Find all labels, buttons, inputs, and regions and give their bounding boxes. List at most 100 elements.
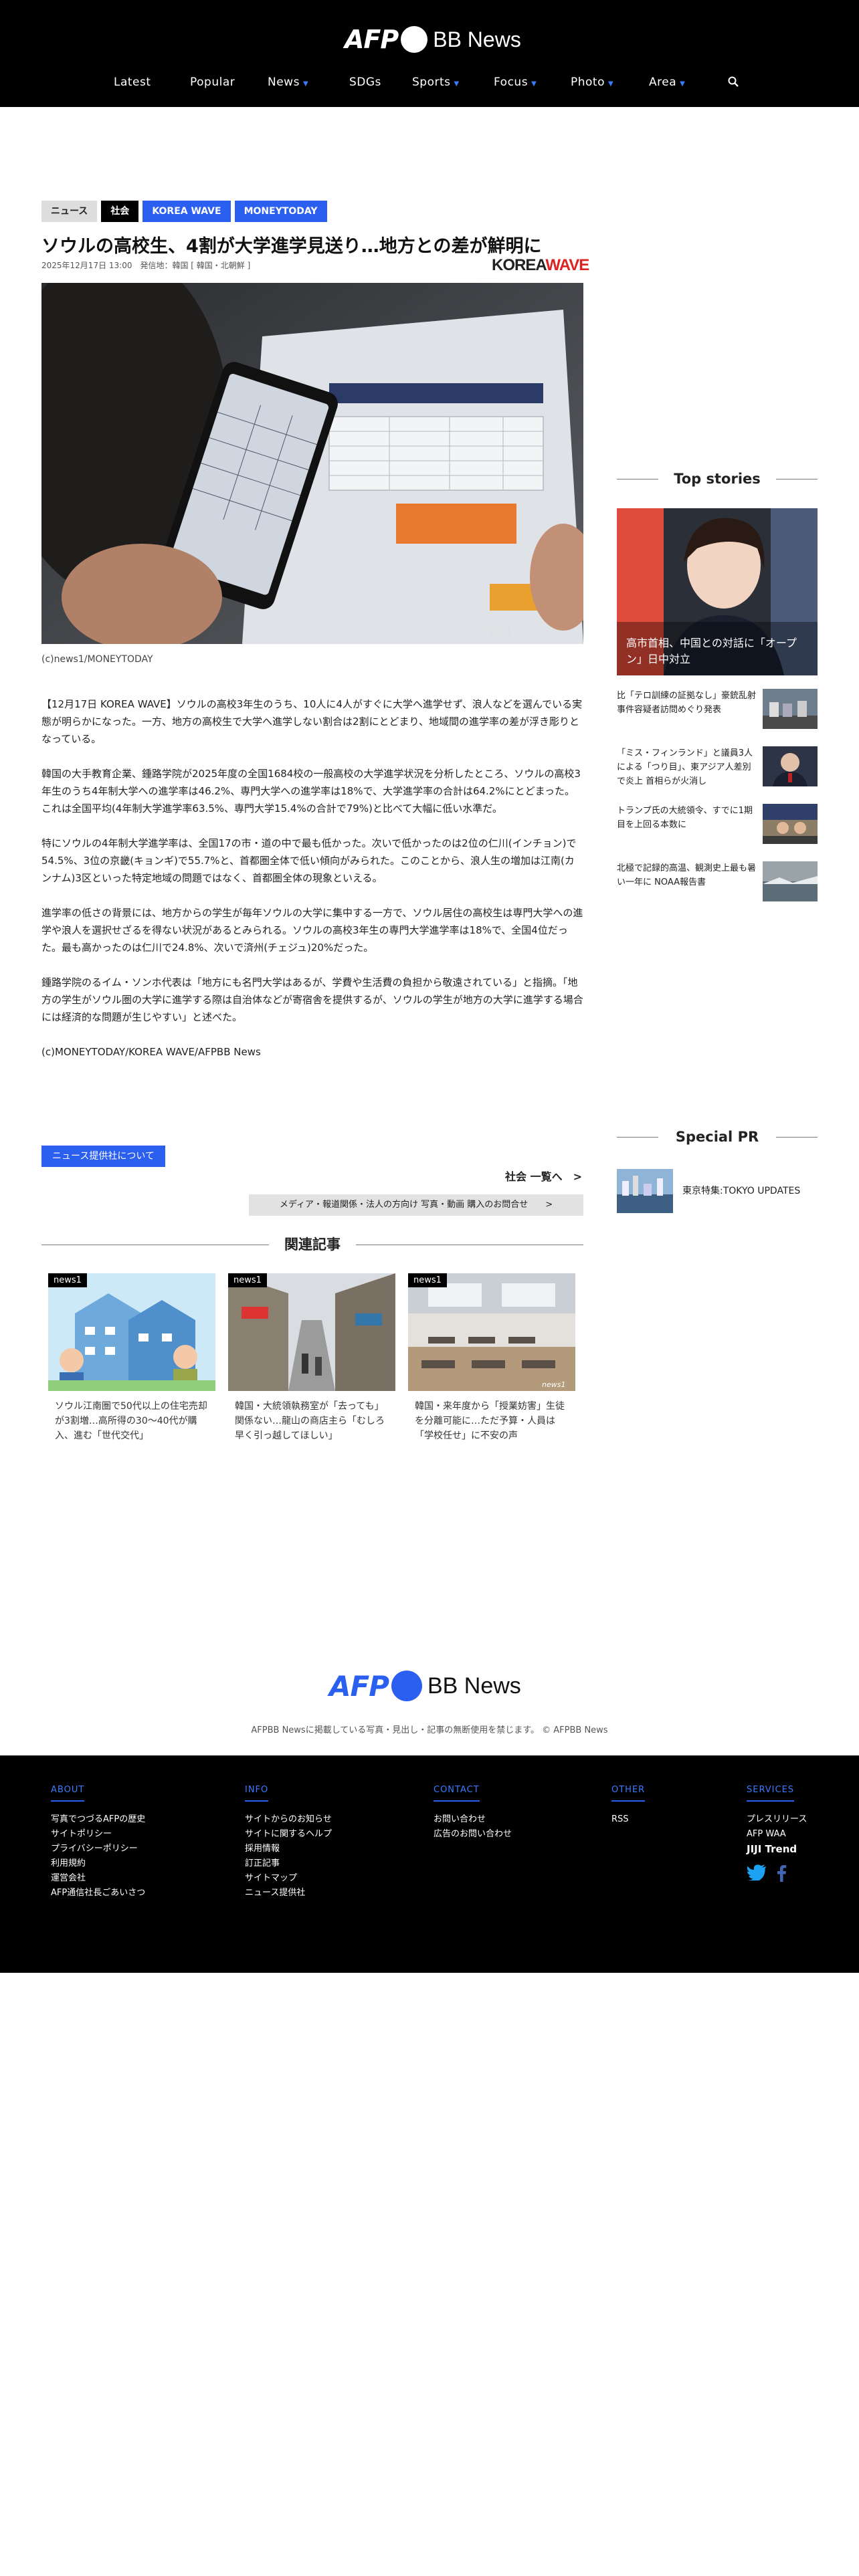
chevron-down-icon: ▼ (531, 80, 537, 88)
footer-col-services: SERVICES プレスリリース AFP WAA JIJI Trend (747, 1782, 807, 1882)
article-paragraph: 進学率の低さの背景には、地方からの学生が毎年ソウルの大学に集中する一方で、ソウル… (41, 907, 583, 954)
article-source: (c)MONEYTODAY/KOREA WAVE/AFPBB News (41, 1046, 261, 1058)
footer-link[interactable]: サイトマップ (245, 1871, 332, 1886)
top-story-title: 北極で記録的高温、観測史上最も暑い一年に NOAA報告書 (617, 863, 757, 887)
article-paragraph: 特にソウルの4年制大学進学率は、全国17の市・道の中で最も低かった。次いで低かっ… (41, 837, 577, 884)
search-icon[interactable] (728, 76, 739, 87)
article-paragraph: 韓国の大手教育企業、鍾路学院が2025年度の全国1684校の一般高校の大学進学状… (41, 768, 581, 815)
nav-sdgs[interactable]: SDGs (349, 71, 381, 94)
chevron-down-icon: ▼ (608, 80, 614, 88)
top-story-thumb (763, 804, 818, 844)
nav-area[interactable]: Area ▼ (649, 71, 685, 94)
special-pr-title: Special PR (675, 1129, 759, 1145)
top-story-thumb (763, 746, 818, 786)
footer-link[interactable]: サイトポリシー (51, 1827, 145, 1842)
footer-logo-bb: BB News (427, 1673, 521, 1699)
related-card-image: news1 news1 (408, 1273, 575, 1391)
article-paragraph: 【12月17日 KOREA WAVE】ソウルの高校3年生のうち、10人に4人がす… (41, 698, 583, 745)
chevron-down-icon: ▼ (454, 80, 460, 88)
top-story-main[interactable]: 高市首相、中国との対話に「オープン」日中対立 (617, 508, 818, 675)
related-card-image: news1 (228, 1273, 395, 1391)
media-contact-bar[interactable]: メディア・報道関係・法人の方向け 写真・動画 購入のお問合せ > (249, 1194, 583, 1216)
related-photo-classroom: news1 (408, 1273, 575, 1391)
nav-label: Area (649, 76, 677, 89)
top-story-item[interactable]: トランプ氏の大統領令、すでに1期目を上回る本数に (617, 804, 818, 851)
tag-korea-wave[interactable]: KOREA WAVE (142, 201, 231, 222)
main-nav: Latest Popular News ▼ SDGs Sports ▼ Focus ▼… (0, 71, 859, 94)
footer-link[interactable]: JIJI Trend (747, 1842, 807, 1856)
special-pr-heading: Special PR (617, 1127, 818, 1147)
footer-link[interactable]: サイトからのお知らせ (245, 1812, 332, 1827)
nav-sports[interactable]: Sports ▼ (412, 71, 460, 94)
category-list-link[interactable]: 社会 一覧へ > (415, 1168, 582, 1184)
nav-photo[interactable]: Photo ▼ (571, 71, 613, 94)
logo-afp: AFP (345, 25, 399, 54)
footer-link[interactable]: 写真でつづるAFPの歴史 (51, 1812, 145, 1827)
top-story-item[interactable]: 「ミス・フィンランド」と議員3人による「つり目」、東アジア人差別で炎上 首相らが… (617, 746, 818, 793)
footer-link[interactable]: 訂正記事 (245, 1856, 332, 1871)
korea-wave-logo-korea: KOREA (492, 256, 546, 274)
nav-label: Latest (114, 76, 151, 89)
tag-society[interactable]: 社会 (101, 201, 139, 222)
related-card[interactable]: news1 news1 韓国・来年度から「授業妨害」生徒を分離可能に…ただ予算・… (408, 1273, 575, 1443)
footer-link[interactable]: 採用情報 (245, 1842, 332, 1856)
article-body: 【12月17日 KOREA WAVE】ソウルの高校3年生のうち、10人に4人がす… (41, 695, 583, 1078)
special-pr-item[interactable]: 東京特集:TOKYO UPDATES (617, 1169, 818, 1213)
source-badge: news1 (48, 1273, 87, 1287)
footer-link[interactable]: お問い合わせ (434, 1812, 512, 1827)
source-badge: news1 (408, 1273, 447, 1287)
article-paragraph: 鍾路学院のるイム・ソンホ代表は「地方にも名門大学はあるが、学費や生活費の負担から… (41, 976, 583, 1023)
article-tags: ニュース 社会 KOREA WAVE MONEYTODAY (41, 201, 327, 222)
footer-link[interactable]: AFP WAA (747, 1827, 807, 1842)
article-title: ソウルの高校生、4割が大学進学見送り…地方との差が鮮明に (41, 236, 542, 257)
footer-link[interactable]: 広告のお問い合わせ (434, 1827, 512, 1842)
thumb-photo (763, 689, 818, 729)
news-provider-button[interactable]: ニュース提供社について (41, 1146, 165, 1167)
nav-popular[interactable]: Popular (190, 71, 235, 94)
footer-col-heading: CONTACT (434, 1785, 480, 1802)
top-story-title: 比「テロ訓練の証拠なし」豪銃乱射事件容疑者訪問めぐり発表 (617, 691, 757, 715)
footer-link[interactable]: プライバシーポリシー (51, 1842, 145, 1856)
related-card-title: 韓国・大統領執務室が「去っても」関係ない…龍山の商店主ら「むしろ早く引っ越してほ… (235, 1401, 385, 1441)
nav-focus[interactable]: Focus ▼ (494, 71, 537, 94)
nav-label: Popular (190, 76, 235, 89)
social-links (747, 1864, 807, 1882)
top-story-item[interactable]: 比「テロ訓練の証拠なし」豪銃乱射事件容疑者訪問めぐり発表 (617, 689, 818, 736)
top-stories-title: Top stories (674, 471, 761, 487)
related-heading: 関連記事 (41, 1234, 583, 1255)
korea-wave-logo-wave: WAVE (545, 256, 589, 274)
article-hero-image: © 뉴스1 (41, 283, 583, 644)
facebook-icon[interactable] (776, 1864, 787, 1882)
footer-link[interactable]: ニュース提供社 (245, 1886, 332, 1901)
thumb-photo (617, 1169, 673, 1213)
footer-link[interactable]: 運営会社 (51, 1871, 145, 1886)
footer-link[interactable]: サイトに関するヘルプ (245, 1827, 332, 1842)
related-card-title: ソウル江南圏で50代以上の住宅売却が3割増…高所得の30〜40代が購入、進む「世… (55, 1401, 207, 1441)
special-pr-title-text: 東京特集:TOKYO UPDATES (682, 1186, 801, 1196)
top-story-title: トランプ氏の大統領令、すでに1期目を上回る本数に (617, 806, 753, 830)
footer-col-other: OTHER RSS (611, 1782, 646, 1827)
nav-news[interactable]: News ▼ (268, 71, 308, 94)
nav-latest[interactable]: Latest (114, 71, 151, 94)
footer-link[interactable]: プレスリリース (747, 1812, 807, 1827)
logo-dot (401, 26, 428, 53)
hero-photo-illustration: © 뉴스1 (41, 283, 583, 644)
footer-logo[interactable]: AFP BB News (329, 1669, 521, 1703)
footer-link[interactable]: 利用規約 (51, 1856, 145, 1871)
twitter-icon[interactable] (747, 1864, 767, 1881)
thumb-photo (763, 804, 818, 844)
source-badge: news1 (228, 1273, 267, 1287)
related-card[interactable]: news1 韓国・大統領執務室が「去っても」関係ない…龍山の商店主ら「むしろ早く… (228, 1273, 395, 1443)
top-story-thumb (763, 861, 818, 901)
top-story-item[interactable]: 北極で記録的高温、観測史上最も暑い一年に NOAA報告書 (617, 861, 818, 908)
tag-moneytoday[interactable]: MONEYTODAY (234, 201, 327, 222)
nav-label: Focus (494, 76, 529, 89)
footer-link[interactable]: AFP通信社長ごあいさつ (51, 1886, 145, 1901)
tag-news[interactable]: ニュース (41, 201, 98, 222)
related-card-title: 韓国・来年度から「授業妨害」生徒を分離可能に…ただ予算・人員は「学校任せ」に不安… (415, 1401, 565, 1441)
related-card[interactable]: news1 ソウル江南圏で50代以上の住宅売却が3割増…高所得の30〜40代が購… (48, 1273, 215, 1443)
special-pr-thumb (617, 1169, 673, 1213)
footer-link[interactable]: RSS (611, 1812, 645, 1827)
site-header: AFP BB News Latest Popular News ▼ SDGs Sp… (0, 0, 859, 107)
site-logo[interactable]: AFP BB News (345, 23, 521, 56)
